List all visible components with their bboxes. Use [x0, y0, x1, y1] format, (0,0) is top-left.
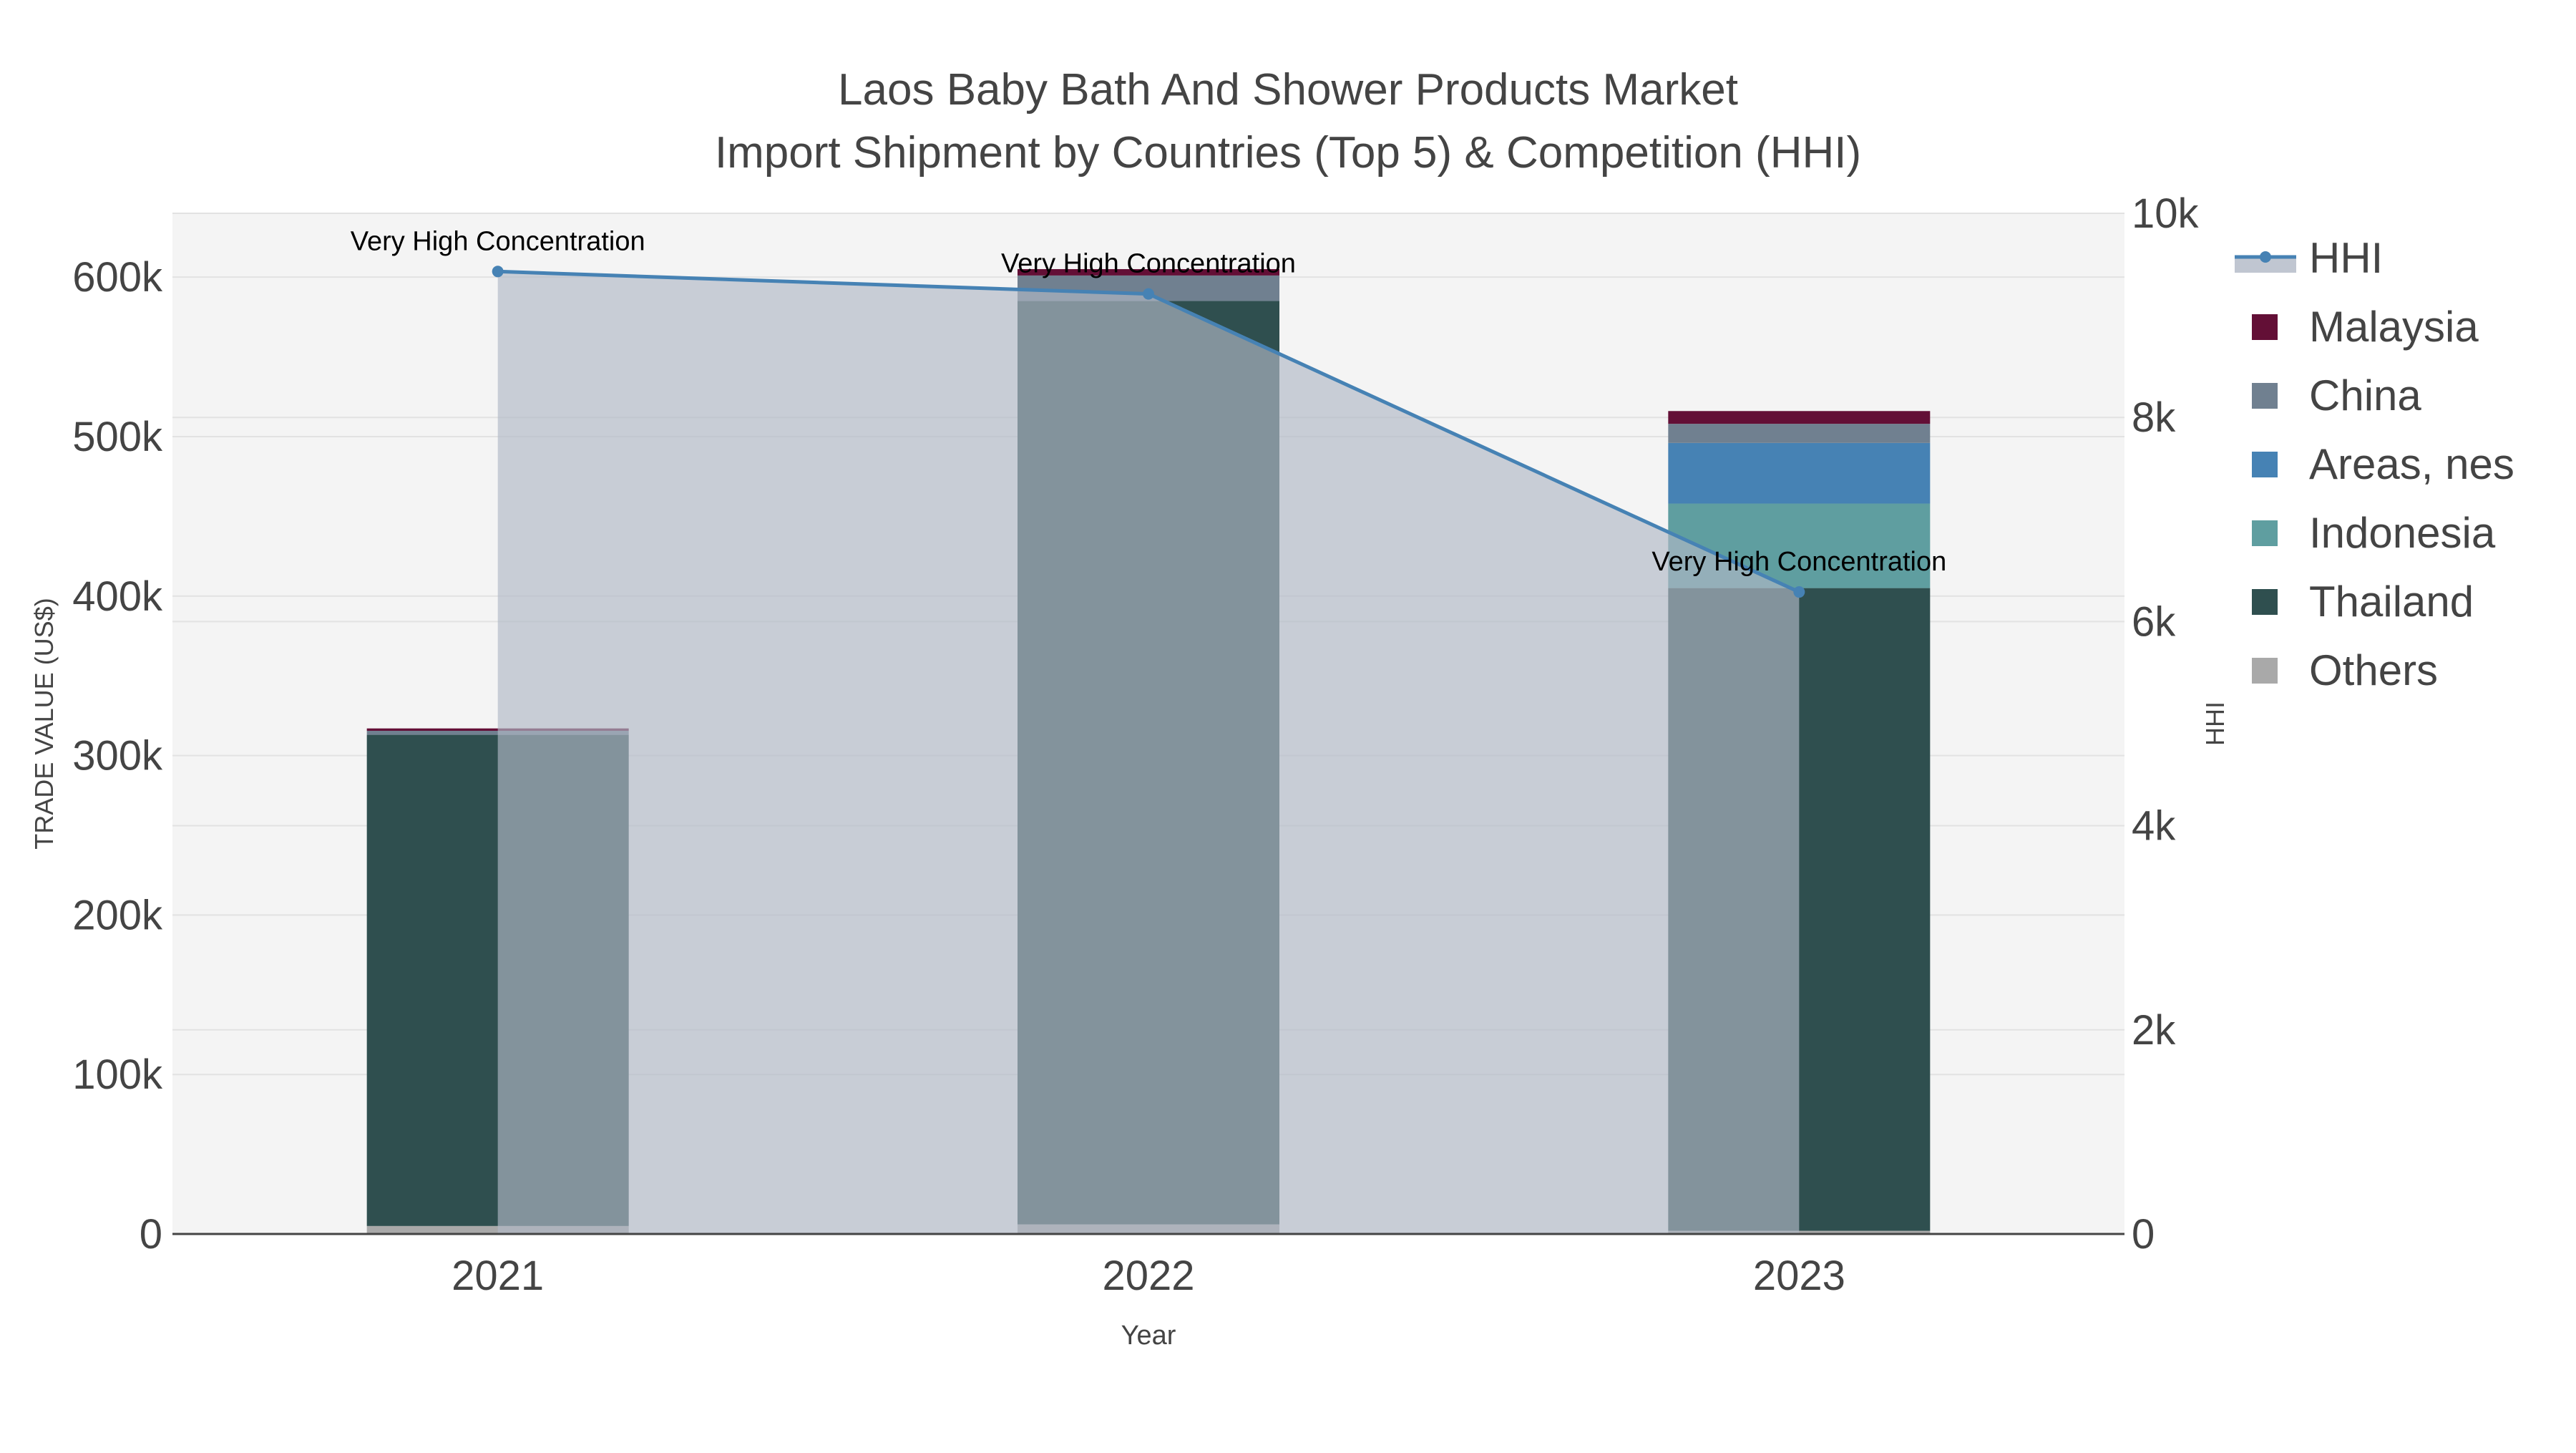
legend-label: Thailand [2309, 578, 2474, 626]
legend-label: Indonesia [2309, 509, 2496, 557]
legend-swatch [2252, 452, 2278, 477]
hhi-annotation: Very High Concentration [1652, 547, 1946, 577]
y-axis-title: TRADE VALUE (US$) [29, 598, 59, 849]
x-tick-label: 2022 [1102, 1253, 1194, 1299]
x-axis-title: Year [1121, 1321, 1176, 1351]
y2-tick-label: 8k [2132, 394, 2176, 441]
legend-label: Areas, nes [2309, 440, 2514, 488]
y-tick-label: 600k [72, 254, 163, 301]
hhi-annotation: Very High Concentration [1001, 249, 1296, 279]
legend-swatch [2252, 658, 2278, 684]
y-tick-label: 100k [72, 1051, 163, 1098]
x-tick-label: 2023 [1753, 1253, 1845, 1299]
legend-swatch [2252, 383, 2278, 409]
legend-label: China [2309, 371, 2421, 419]
y2-tick-label: 6k [2132, 598, 2176, 645]
hhi-point [1143, 288, 1154, 300]
y2-axis-title: HHI [2200, 701, 2230, 746]
y2-tick-label: 0 [2132, 1211, 2155, 1258]
chart-title: Laos Baby Bath And Shower Products Marke… [838, 65, 1738, 115]
legend-swatch [2252, 589, 2278, 615]
legend-label: Others [2309, 646, 2438, 694]
y-tick-label: 200k [72, 892, 163, 938]
hhi-point [492, 266, 504, 278]
bar-areas-nes [1668, 442, 1931, 504]
y-tick-label: 400k [72, 573, 163, 620]
legend-hhi-marker [2260, 251, 2271, 263]
legend-swatch [2252, 314, 2278, 340]
hhi-point [1793, 586, 1805, 598]
y-tick-label: 0 [140, 1211, 162, 1258]
x-tick-label: 2021 [452, 1253, 544, 1299]
hhi-annotation: Very High Concentration [351, 226, 645, 256]
bar-china [1668, 424, 1931, 443]
chart: Laos Baby Bath And Shower Products Marke… [29, 65, 2514, 1351]
legend-label: HHI [2309, 234, 2383, 282]
legend-label: Malaysia [2309, 303, 2479, 351]
y-tick-label: 300k [72, 733, 163, 779]
y-tick-label: 500k [72, 414, 163, 460]
chart-subtitle: Import Shipment by Countries (Top 5) & C… [715, 128, 1861, 178]
y2-tick-label: 2k [2132, 1007, 2176, 1054]
y2-tick-label: 10k [2132, 190, 2200, 237]
bar-malaysia [1668, 411, 1931, 424]
legend-swatch [2252, 520, 2278, 546]
y2-tick-label: 4k [2132, 803, 2176, 850]
